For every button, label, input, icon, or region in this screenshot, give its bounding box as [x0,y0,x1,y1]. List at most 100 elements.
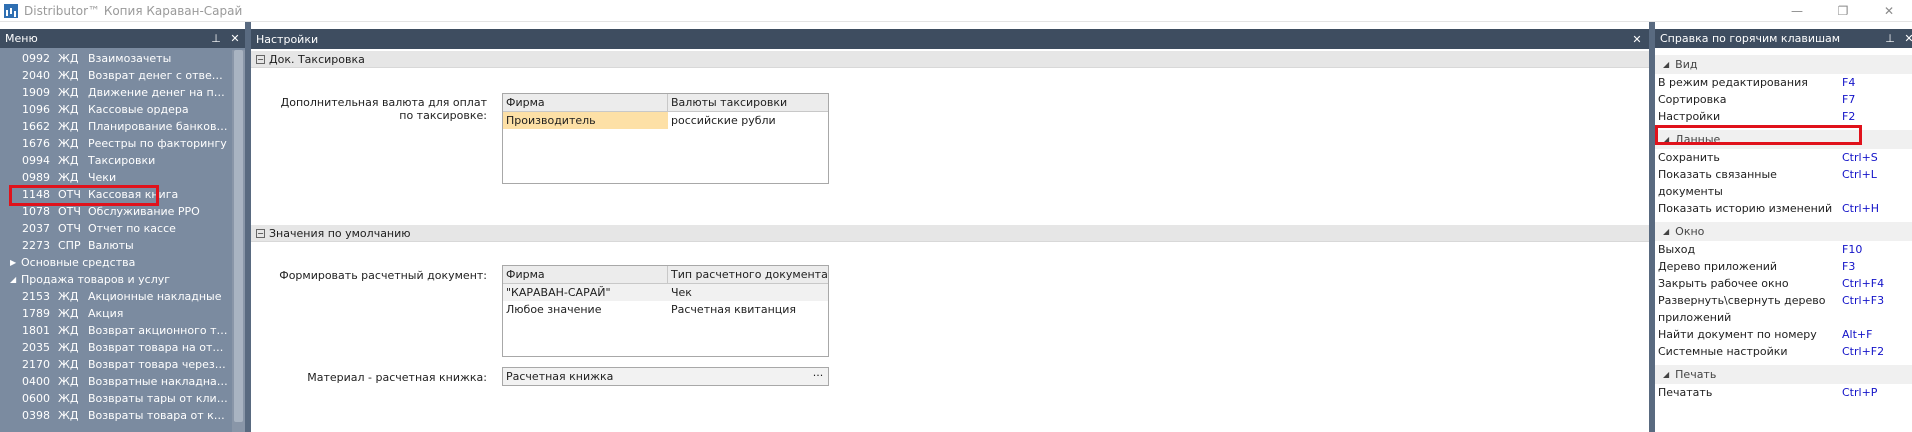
menu-item-type: ЖД [58,341,79,354]
grid-header: Фирма Тип расчетного документа [503,266,828,284]
hotkey-group-title: Вид [1675,58,1698,71]
hotkey-row: Закрыть рабочее окно Ctrl+F4 [1655,275,1912,292]
hotkey-row: Выход F10 [1655,241,1912,258]
column-header-currency[interactable]: Валюты таксировки [668,94,828,111]
close-settings-panel-button[interactable]: ✕ [1630,32,1644,46]
collapse-arrow-icon[interactable]: ◢ [10,275,21,284]
menu-item-type: ЖД [58,86,79,99]
table-row[interactable]: Производитель российские рубли [503,112,828,129]
hotkey-key: F3 [1842,260,1856,273]
menu-item[interactable]: 2037 ОТЧ Отчет по кассе [0,220,230,237]
hotkey-row: Показать связанные документы Ctrl+L [1655,166,1912,200]
column-header-doc-type[interactable]: Тип расчетного документа [668,266,828,283]
menu-item-code: 1909 [22,86,50,99]
menu-item[interactable]: 0994 ЖД Таксировки [0,152,230,169]
menu-group-fixed-assets[interactable]: ▶ Основные средства [0,254,230,271]
menu-item[interactable]: 1676 ЖД Реестры по факторингу [0,135,230,152]
menu-item[interactable]: 0398 ЖД Возвраты товара от кли... [0,407,230,424]
menu-item-type: ЖД [58,120,79,133]
menu-item[interactable]: 1096 ЖД Кассовые ордера [0,101,230,118]
hotkey-key: F2 [1842,110,1856,123]
menu-item-name: Возврат акционного тов... [88,324,228,337]
settlement-doc-grid[interactable]: Фирма Тип расчетного документа "КАРАВАН-… [502,265,829,357]
menu-item-type: ЖД [58,375,79,388]
expand-arrow-icon[interactable]: ▶ [10,258,21,267]
collapse-arrow-icon[interactable]: ◢ [1663,370,1669,379]
cell-currency[interactable]: российские рубли [668,112,828,129]
menu-item-name: Возвраты тары от клиен... [88,392,228,405]
section-header-defaults[interactable]: − Значения по умолчанию [251,225,1649,242]
collapse-arrow-icon[interactable]: ◢ [1663,60,1669,69]
menu-item[interactable]: 0400 ЖД Возвратные накладная ... [0,373,230,390]
menu-item[interactable]: 2170 ЖД Возврат товара через со... [0,356,230,373]
cell-doc-type[interactable]: Чек [668,284,828,301]
hotkey-row: Системные настройки Ctrl+F2 [1655,343,1912,360]
menu-item[interactable]: 0992 ЖД Взаимозачеты [0,50,230,67]
field-label-settlement-doc: Формировать расчетный документ: [279,269,487,282]
hotkey-key: F10 [1842,243,1863,256]
menu-item-name: Возврат денег с ответ.х... [88,69,228,82]
hotkey-group-header[interactable]: ◢ Печать [1655,365,1912,384]
table-row[interactable]: Любое значение Расчетная квитанция [503,301,828,318]
hotkey-action: Выход [1658,243,1696,256]
hotkey-action: Найти документ по номеру [1658,328,1817,341]
menu-item-code: 0398 [22,409,50,422]
material-combo[interactable]: Расчетная книжка ··· [502,367,829,386]
pin-icon[interactable]: ⊥ [209,31,223,45]
table-row[interactable]: "КАРАВАН-САРАЙ" Чек [503,284,828,301]
currency-grid[interactable]: Фирма Валюты таксировки Производитель ро… [502,93,829,184]
pin-icon[interactable]: ⊥ [1883,31,1897,45]
cell-firm[interactable]: "КАРАВАН-САРАЙ" [503,284,668,301]
hotkey-group-header[interactable]: ◢ Вид [1655,55,1912,74]
cell-doc-type[interactable]: Расчетная квитанция [668,301,828,318]
menu-group-sales[interactable]: ◢ Продажа товаров и услуг [0,271,230,288]
menu-scrollbar-thumb[interactable] [234,50,243,422]
cell-firm[interactable]: Производитель [503,112,668,129]
close-window-button[interactable]: ✕ [1866,0,1912,22]
minimize-button[interactable]: — [1774,0,1820,22]
menu-item-name: Возвратные накладная ... [88,375,228,388]
menu-item-type: СПР [58,239,81,252]
hotkey-row: Развернуть\свернуть дерево приложений Ctr… [1655,292,1912,326]
field-label-material: Материал - расчетная книжка: [307,371,487,384]
column-header-firm[interactable]: Фирма [503,266,668,283]
menu-item-name: Акция [88,307,124,320]
menu-item-type: ОТЧ [58,222,81,235]
menu-scrollbar[interactable] [232,50,245,432]
menu-item-name: Акционные накладные [88,290,222,303]
collapse-arrow-icon[interactable]: ◢ [1663,227,1669,236]
column-header-firm[interactable]: Фирма [503,94,668,111]
collapse-icon[interactable]: − [256,228,265,238]
section-header-taxirovka[interactable]: − Док. Таксировка [251,51,1649,68]
menu-item[interactable]: 0989 ЖД Чеки [0,169,230,186]
menu-item[interactable]: 0600 ЖД Возвраты тары от клиен... [0,390,230,407]
hotkey-key: F7 [1842,93,1856,106]
hotkey-group-header[interactable]: ◢ Окно [1655,222,1912,241]
menu-item-name: Чеки [88,171,117,184]
menu-item[interactable]: 1909 ЖД Движение денег на плас... [0,84,230,101]
hotkeys-panel-title: Справка по горячим клавишам [1660,32,1841,45]
menu-item[interactable]: 1789 ЖД Акция [0,305,230,322]
close-menu-panel-button[interactable]: ✕ [228,31,242,45]
menu-panel-title: Меню [5,32,38,45]
menu-tree: 0992 ЖД Взаимозачеты 2040 ЖД Возврат денег с … [0,50,230,432]
ellipsis-button[interactable]: ··· [810,369,826,384]
menu-item-name: Валюты [88,239,134,252]
menu-item-code: 0400 [22,375,50,388]
menu-item[interactable]: 2040 ЖД Возврат денег с ответ.х... [0,67,230,84]
menu-item[interactable]: 1801 ЖД Возврат акционного тов... [0,322,230,339]
restore-button[interactable]: ❐ [1820,0,1866,22]
hotkey-key: Ctrl+F2 [1842,345,1885,358]
menu-item-name: Планирование банковск... [88,120,228,133]
menu-item[interactable]: 2273 СПР Валюты [0,237,230,254]
hotkey-row: Сохранить Ctrl+S [1655,149,1912,166]
menu-item[interactable]: 2035 ЖД Возврат товара на отве... [0,339,230,356]
menu-item-type: ЖД [58,358,79,371]
settings-panel-header: Настройки ✕ [251,29,1649,49]
menu-item-code: 0989 [22,171,50,184]
menu-item[interactable]: 1662 ЖД Планирование банковск... [0,118,230,135]
menu-item[interactable]: 2153 ЖД Акционные накладные [0,288,230,305]
collapse-icon[interactable]: − [256,54,265,64]
cell-firm[interactable]: Любое значение [503,301,668,318]
close-hotkeys-panel-button[interactable]: ✕ [1902,31,1912,45]
